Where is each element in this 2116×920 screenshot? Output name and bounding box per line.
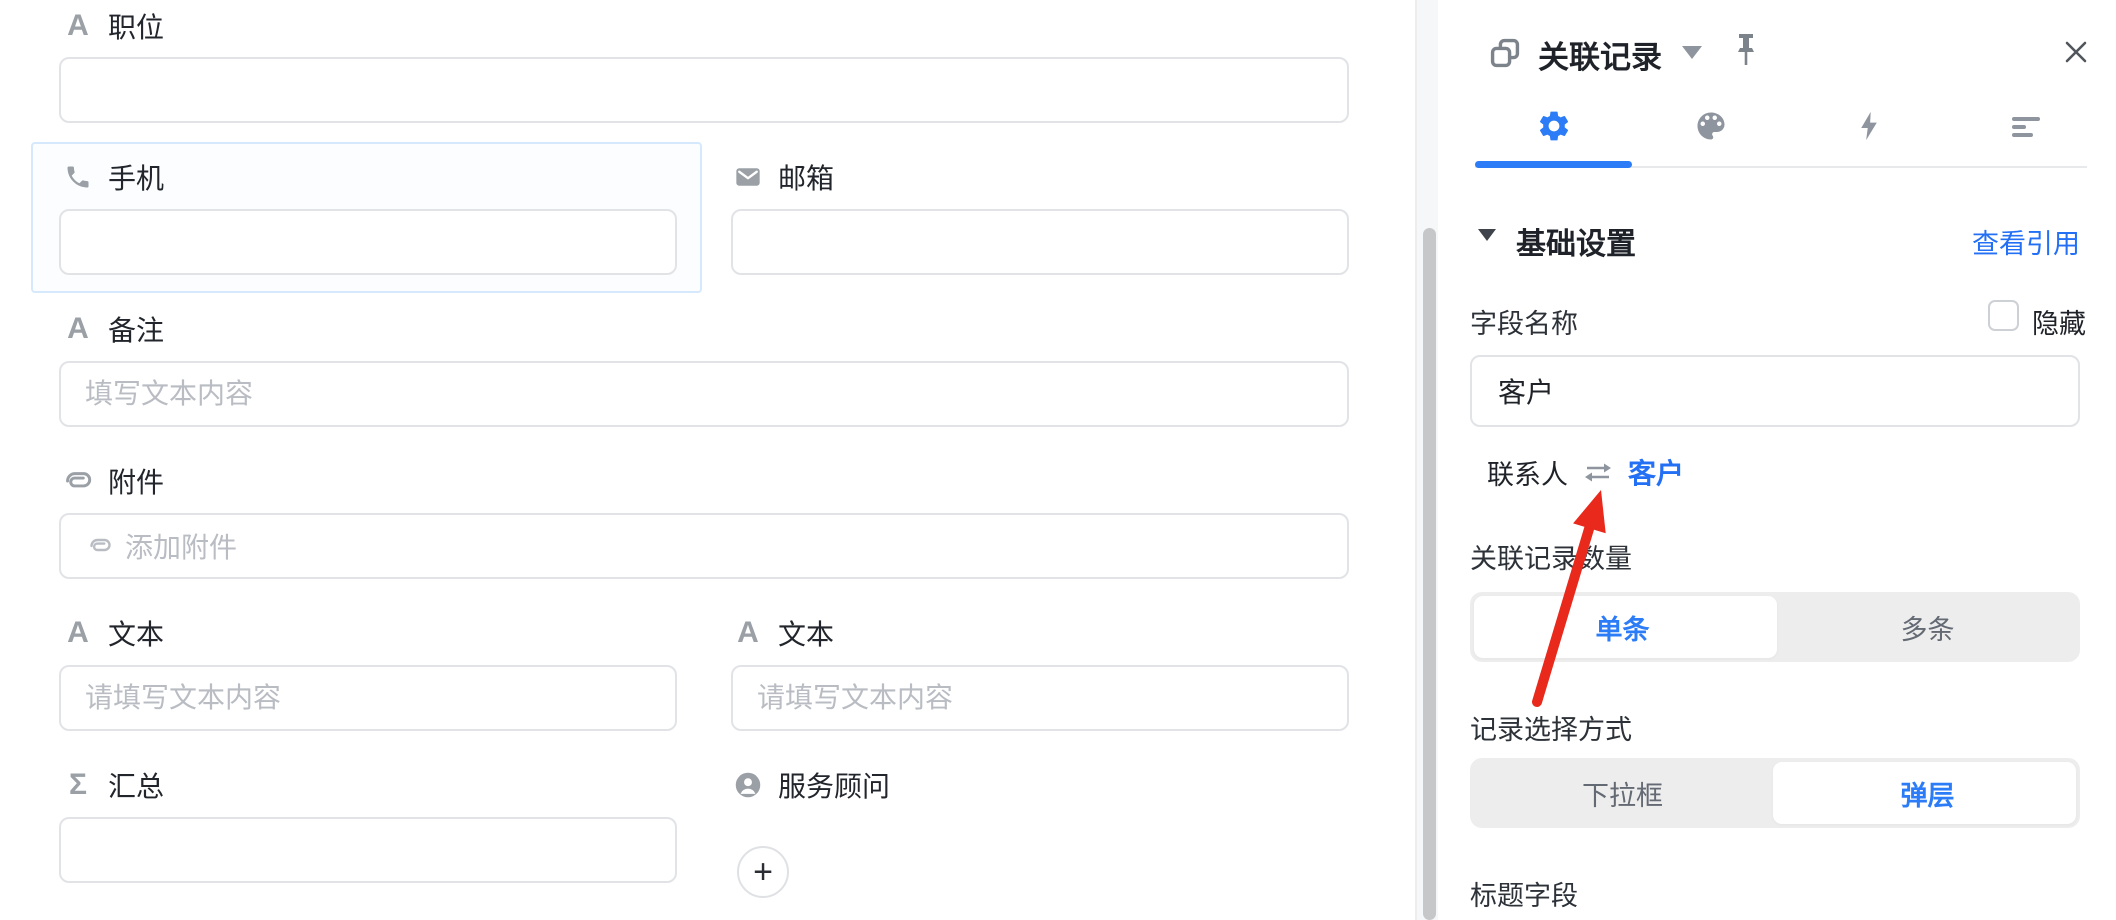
- text1-input[interactable]: [59, 665, 677, 731]
- summary-input[interactable]: [59, 817, 677, 883]
- field-label-advisor: 服务顾问: [730, 765, 890, 805]
- panel-title: 关联记录: [1538, 32, 1662, 77]
- close-icon[interactable]: [2060, 36, 2092, 73]
- attachment-placeholder: 添加附件: [125, 526, 237, 566]
- mail-icon: [730, 163, 766, 191]
- option-popup[interactable]: 弹层: [1775, 758, 2080, 828]
- field-label-remark: A 备注: [60, 309, 164, 349]
- text-field-icon: A: [60, 616, 96, 650]
- scrollbar-thumb[interactable]: [1423, 228, 1436, 920]
- linked-record-icon: [1488, 36, 1522, 75]
- sort-lines-icon: [2008, 108, 2044, 149]
- pin-icon[interactable]: [1732, 32, 1760, 75]
- text-field-icon: A: [60, 9, 96, 43]
- section-collapse-icon[interactable]: [1478, 229, 1496, 241]
- phone-icon: [60, 163, 96, 191]
- tab-settings[interactable]: [1475, 102, 1633, 154]
- paperclip-icon: [87, 533, 113, 559]
- text-field-icon: A: [730, 616, 766, 650]
- sigma-icon: Σ: [60, 768, 96, 802]
- hide-checkbox-label: 隐藏: [2032, 302, 2086, 341]
- form-canvas: A 职位 手机 邮箱 A 备注: [0, 0, 1415, 920]
- hide-checkbox[interactable]: [1988, 300, 2019, 331]
- field-label-text2: A 文本: [730, 613, 834, 653]
- field-label-summary: Σ 汇总: [60, 765, 164, 805]
- panel-tabs: [1475, 102, 2105, 154]
- annotation-arrow: [1500, 478, 1640, 718]
- field-name-input[interactable]: [1470, 355, 2080, 427]
- field-label-text: 文本: [108, 613, 164, 653]
- field-label-text: 手机: [108, 157, 164, 197]
- add-member-button[interactable]: +: [737, 846, 789, 898]
- palette-icon: [1693, 108, 1729, 149]
- field-label-position: A 职位: [60, 6, 164, 46]
- field-label-text: 职位: [108, 6, 164, 46]
- gear-icon: [1536, 108, 1572, 149]
- remark-input[interactable]: [59, 361, 1349, 427]
- field-name-label: 字段名称: [1470, 302, 1578, 341]
- text2-input[interactable]: [731, 665, 1349, 731]
- tab-events[interactable]: [1790, 102, 1948, 154]
- field-label-email: 邮箱: [730, 157, 834, 197]
- position-input[interactable]: [59, 57, 1349, 123]
- option-dropdown[interactable]: 下拉框: [1470, 758, 1775, 828]
- field-label-text1: A 文本: [60, 613, 164, 653]
- paperclip-icon: [60, 465, 96, 497]
- field-label-text: 备注: [108, 309, 164, 349]
- section-title: 基础设置: [1516, 219, 1636, 263]
- form-designer: A 职位 手机 邮箱 A 备注: [0, 0, 2116, 920]
- field-label-text: 邮箱: [778, 157, 834, 197]
- select-mode-segmented: 下拉框 弹层: [1470, 758, 2080, 828]
- view-reference-link[interactable]: 查看引用: [1972, 222, 2080, 261]
- active-tab-underline: [1475, 161, 1632, 168]
- mobile-input[interactable]: [59, 209, 677, 275]
- field-label-text: 文本: [778, 613, 834, 653]
- title-field-label: 标题字段: [1470, 874, 1578, 913]
- lightning-icon: [1852, 109, 1886, 148]
- email-input[interactable]: [731, 209, 1349, 275]
- field-label-attachment: 附件: [60, 461, 164, 501]
- tab-style[interactable]: [1633, 102, 1791, 154]
- option-multiple[interactable]: 多条: [1775, 592, 2080, 662]
- tab-advanced[interactable]: [1948, 102, 2106, 154]
- person-icon: [730, 771, 766, 799]
- field-label-mobile: 手机: [60, 157, 164, 197]
- field-label-text: 汇总: [108, 765, 164, 805]
- settings-panel: 关联记录: [1438, 0, 2116, 920]
- chevron-down-icon[interactable]: [1682, 46, 1702, 59]
- field-label-text: 服务顾问: [778, 765, 890, 805]
- field-label-text: 附件: [108, 461, 164, 501]
- text-field-icon: A: [60, 312, 96, 346]
- attachment-dropzone[interactable]: 添加附件: [59, 513, 1349, 579]
